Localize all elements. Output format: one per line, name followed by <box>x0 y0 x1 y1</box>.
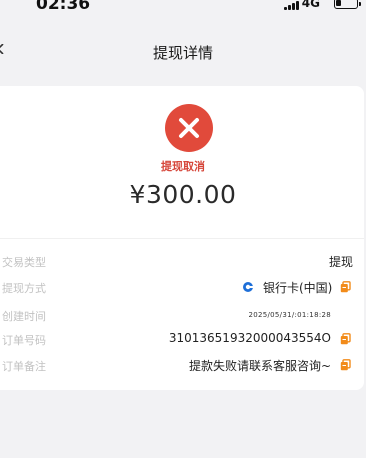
network-type: 4G <box>301 0 320 10</box>
battery-icon <box>334 0 361 9</box>
row-value: 提现 <box>328 255 353 269</box>
detail-row-created: 创建时间 2025/05/31/:01:18:28 <box>0 306 366 326</box>
status-time: 02:36 <box>36 0 91 14</box>
row-label: 创建时间 <box>2 310 46 323</box>
row-value: 2025/05/31/:01:18:28 <box>248 311 331 319</box>
divider <box>0 238 364 239</box>
detail-row-method: 提现方式 银行卡(中国) <box>0 278 366 298</box>
detail-row-remark: 订单备注 提款失败请联系客服咨询~ <box>0 356 366 376</box>
copy-icon[interactable] <box>340 333 351 345</box>
copy-icon[interactable] <box>340 281 351 293</box>
copy-icon[interactable] <box>340 359 351 371</box>
row-label: 订单备注 <box>2 360 46 373</box>
amount: ¥300.00 <box>129 180 237 209</box>
detail-row-order-no: 订单号码 31013651932000043554O <box>0 330 366 350</box>
status-label: 提现取消 <box>161 160 205 173</box>
row-value: 银行卡(中国) <box>263 281 333 295</box>
row-label: 提现方式 <box>2 282 46 295</box>
status-bar: 02:36 4G <box>0 0 366 22</box>
detail-row-type: 交易类型 提现 <box>0 252 366 272</box>
page-title: 提现详情 <box>152 44 213 62</box>
row-label: 订单号码 <box>2 334 46 347</box>
row-value: 提款失败请联系客服咨询~ <box>188 359 331 373</box>
close-icon <box>179 118 199 138</box>
nav-bar: 提现详情 <box>0 32 366 72</box>
signal-icon <box>284 0 302 10</box>
failed-status-icon <box>165 104 213 152</box>
bank-logo-icon <box>243 282 253 292</box>
row-value: 31013651932000043554O <box>168 331 331 345</box>
row-label: 交易类型 <box>2 256 46 269</box>
